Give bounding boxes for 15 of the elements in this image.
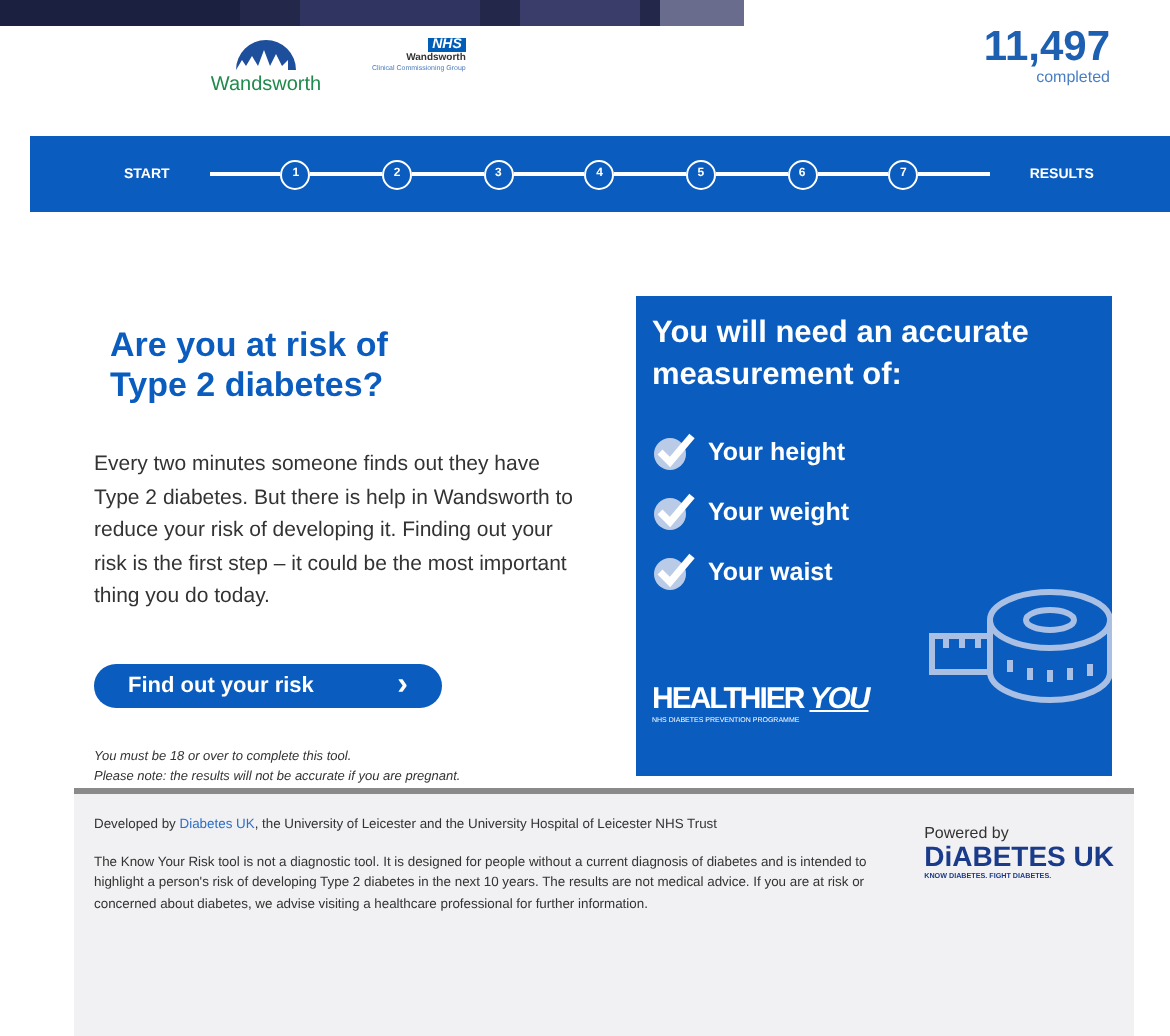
find-out-risk-button[interactable]: Find out your risk ›: [94, 663, 442, 708]
card-heading: You will need an accurate measurement of:: [652, 314, 1031, 396]
diabetes-uk-logo-text: DiABETES UK: [924, 842, 1114, 872]
measurement-item: Your waist: [708, 558, 833, 586]
council-logo-text: Wandsworth: [210, 74, 322, 96]
intro-paragraph: Every two minutes someone finds out they have Type 2 diabetes. But there is help in Wandsworth to reduce your risk of developing it. Finding out your risk is the first step – it could be the most important thing you do today.: [94, 450, 574, 612]
brand-logo-text: YOU: [809, 684, 869, 716]
measurement-item: Your weight: [708, 498, 850, 526]
powered-by-label: Powered by: [924, 824, 1011, 842]
measurement-item: Your height: [708, 438, 846, 466]
chevron-icon: ›: [397, 667, 408, 704]
page-heading: Are you at risk of Type 2 diabetes?: [110, 326, 390, 406]
completed-label: completed: [1036, 70, 1110, 86]
brand-logo-text: HEALTHIER: [652, 684, 804, 716]
completed-count: 11,497: [983, 26, 1110, 70]
